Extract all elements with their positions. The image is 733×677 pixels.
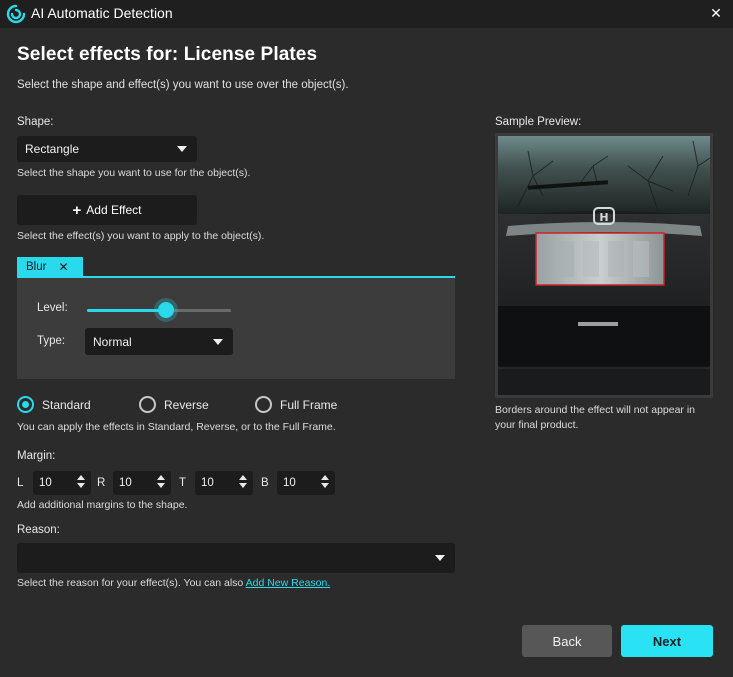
chevron-up-icon[interactable] (77, 475, 85, 480)
margin-left-letter: L (17, 477, 24, 489)
margin-hint: Add additional margins to the shape. (17, 499, 188, 511)
shape-hint: Select the shape you want to use for the… (17, 167, 251, 179)
level-label: Level: (37, 302, 68, 314)
margin-top-value: 10 (201, 477, 214, 489)
chevron-down-icon[interactable] (77, 483, 85, 488)
chevron-down-icon[interactable] (239, 483, 247, 488)
plus-icon: + (72, 201, 82, 219)
chevron-down-icon (213, 338, 223, 345)
margin-right-letter: R (97, 477, 106, 489)
reason-hint-text: Select the reason for your effect(s). Yo… (17, 577, 246, 589)
app-logo-icon (6, 4, 26, 24)
page-subtitle: Select the shape and effect(s) you want … (17, 79, 349, 91)
chevron-up-icon[interactable] (239, 475, 247, 480)
margin-top-letter: T (179, 477, 187, 489)
page-title: Select effects for: License Plates (17, 44, 318, 65)
close-icon[interactable]: ✕ (707, 4, 725, 22)
chevron-down-icon (177, 146, 187, 152)
radio-standard-label: Standard (42, 397, 91, 412)
type-label: Type: (37, 335, 66, 347)
svg-text:H: H (599, 211, 608, 224)
add-effect-label: Add Effect (86, 203, 142, 217)
tab-blur[interactable]: Blur ✕ (17, 257, 83, 277)
mode-hint: You can apply the effects in Standard, R… (17, 421, 336, 433)
sample-preview-label: Sample Preview: (495, 116, 582, 128)
margin-bottom-stepper[interactable]: B 10 (261, 471, 335, 495)
sample-preview-image: H (498, 136, 710, 395)
margin-right-stepper[interactable]: R 10 (97, 471, 171, 495)
add-effect-button[interactable]: + Add Effect (17, 195, 197, 225)
tab-blur-label: Blur (26, 261, 47, 273)
radio-unchecked-icon (139, 396, 156, 413)
margin-top-stepper[interactable]: T 10 (179, 471, 253, 495)
radio-full-frame[interactable]: Full Frame (255, 396, 337, 413)
chevron-down-icon[interactable] (321, 483, 329, 488)
add-new-reason-link[interactable]: Add New Reason. (246, 577, 331, 589)
shape-dropdown[interactable]: Rectangle (17, 136, 197, 162)
shape-selected-value: Rectangle (25, 142, 80, 156)
next-button[interactable]: Next (621, 625, 713, 657)
type-selected-value: Normal (93, 334, 132, 349)
back-button[interactable]: Back (522, 625, 612, 657)
margin-bottom-value: 10 (283, 477, 296, 489)
level-slider-fill (87, 309, 166, 312)
margin-bottom-letter: B (261, 477, 269, 489)
margin-left-stepper[interactable]: L 10 (17, 471, 91, 495)
effect-settings-panel (17, 278, 455, 379)
radio-reverse-label: Reverse (164, 397, 209, 412)
car-rear-image: H (498, 136, 710, 395)
radio-full-frame-label: Full Frame (280, 397, 338, 412)
chevron-down-icon[interactable] (157, 483, 165, 488)
shape-label: Shape: (17, 116, 54, 128)
chevron-up-icon[interactable] (321, 475, 329, 480)
margin-right-value: 10 (119, 477, 132, 489)
add-effect-hint: Select the effect(s) you want to apply t… (17, 230, 265, 242)
margin-top-input[interactable]: 10 (195, 471, 253, 495)
type-dropdown[interactable]: Normal (85, 328, 233, 355)
margin-label: Margin: (17, 450, 56, 462)
title-bar: AI Automatic Detection ✕ (0, 0, 733, 28)
chevron-up-icon[interactable] (157, 475, 165, 480)
reason-label: Reason: (17, 524, 60, 536)
margin-left-value: 10 (39, 477, 52, 489)
chevron-down-icon (435, 555, 445, 561)
radio-unchecked-icon (255, 396, 272, 413)
level-slider-thumb[interactable] (158, 302, 174, 318)
reason-hint: Select the reason for your effect(s). Yo… (17, 577, 330, 589)
margin-right-input[interactable]: 10 (113, 471, 171, 495)
radio-standard[interactable]: Standard (17, 396, 91, 413)
radio-reverse[interactable]: Reverse (139, 396, 209, 413)
reason-dropdown[interactable] (17, 543, 455, 573)
margin-bottom-input[interactable]: 10 (277, 471, 335, 495)
close-icon[interactable]: ✕ (58, 260, 68, 274)
preview-caption: Borders around the effect will not appea… (495, 404, 696, 431)
window-title: AI Automatic Detection (31, 5, 173, 21)
radio-checked-icon (17, 396, 34, 413)
margin-left-input[interactable]: 10 (33, 471, 91, 495)
